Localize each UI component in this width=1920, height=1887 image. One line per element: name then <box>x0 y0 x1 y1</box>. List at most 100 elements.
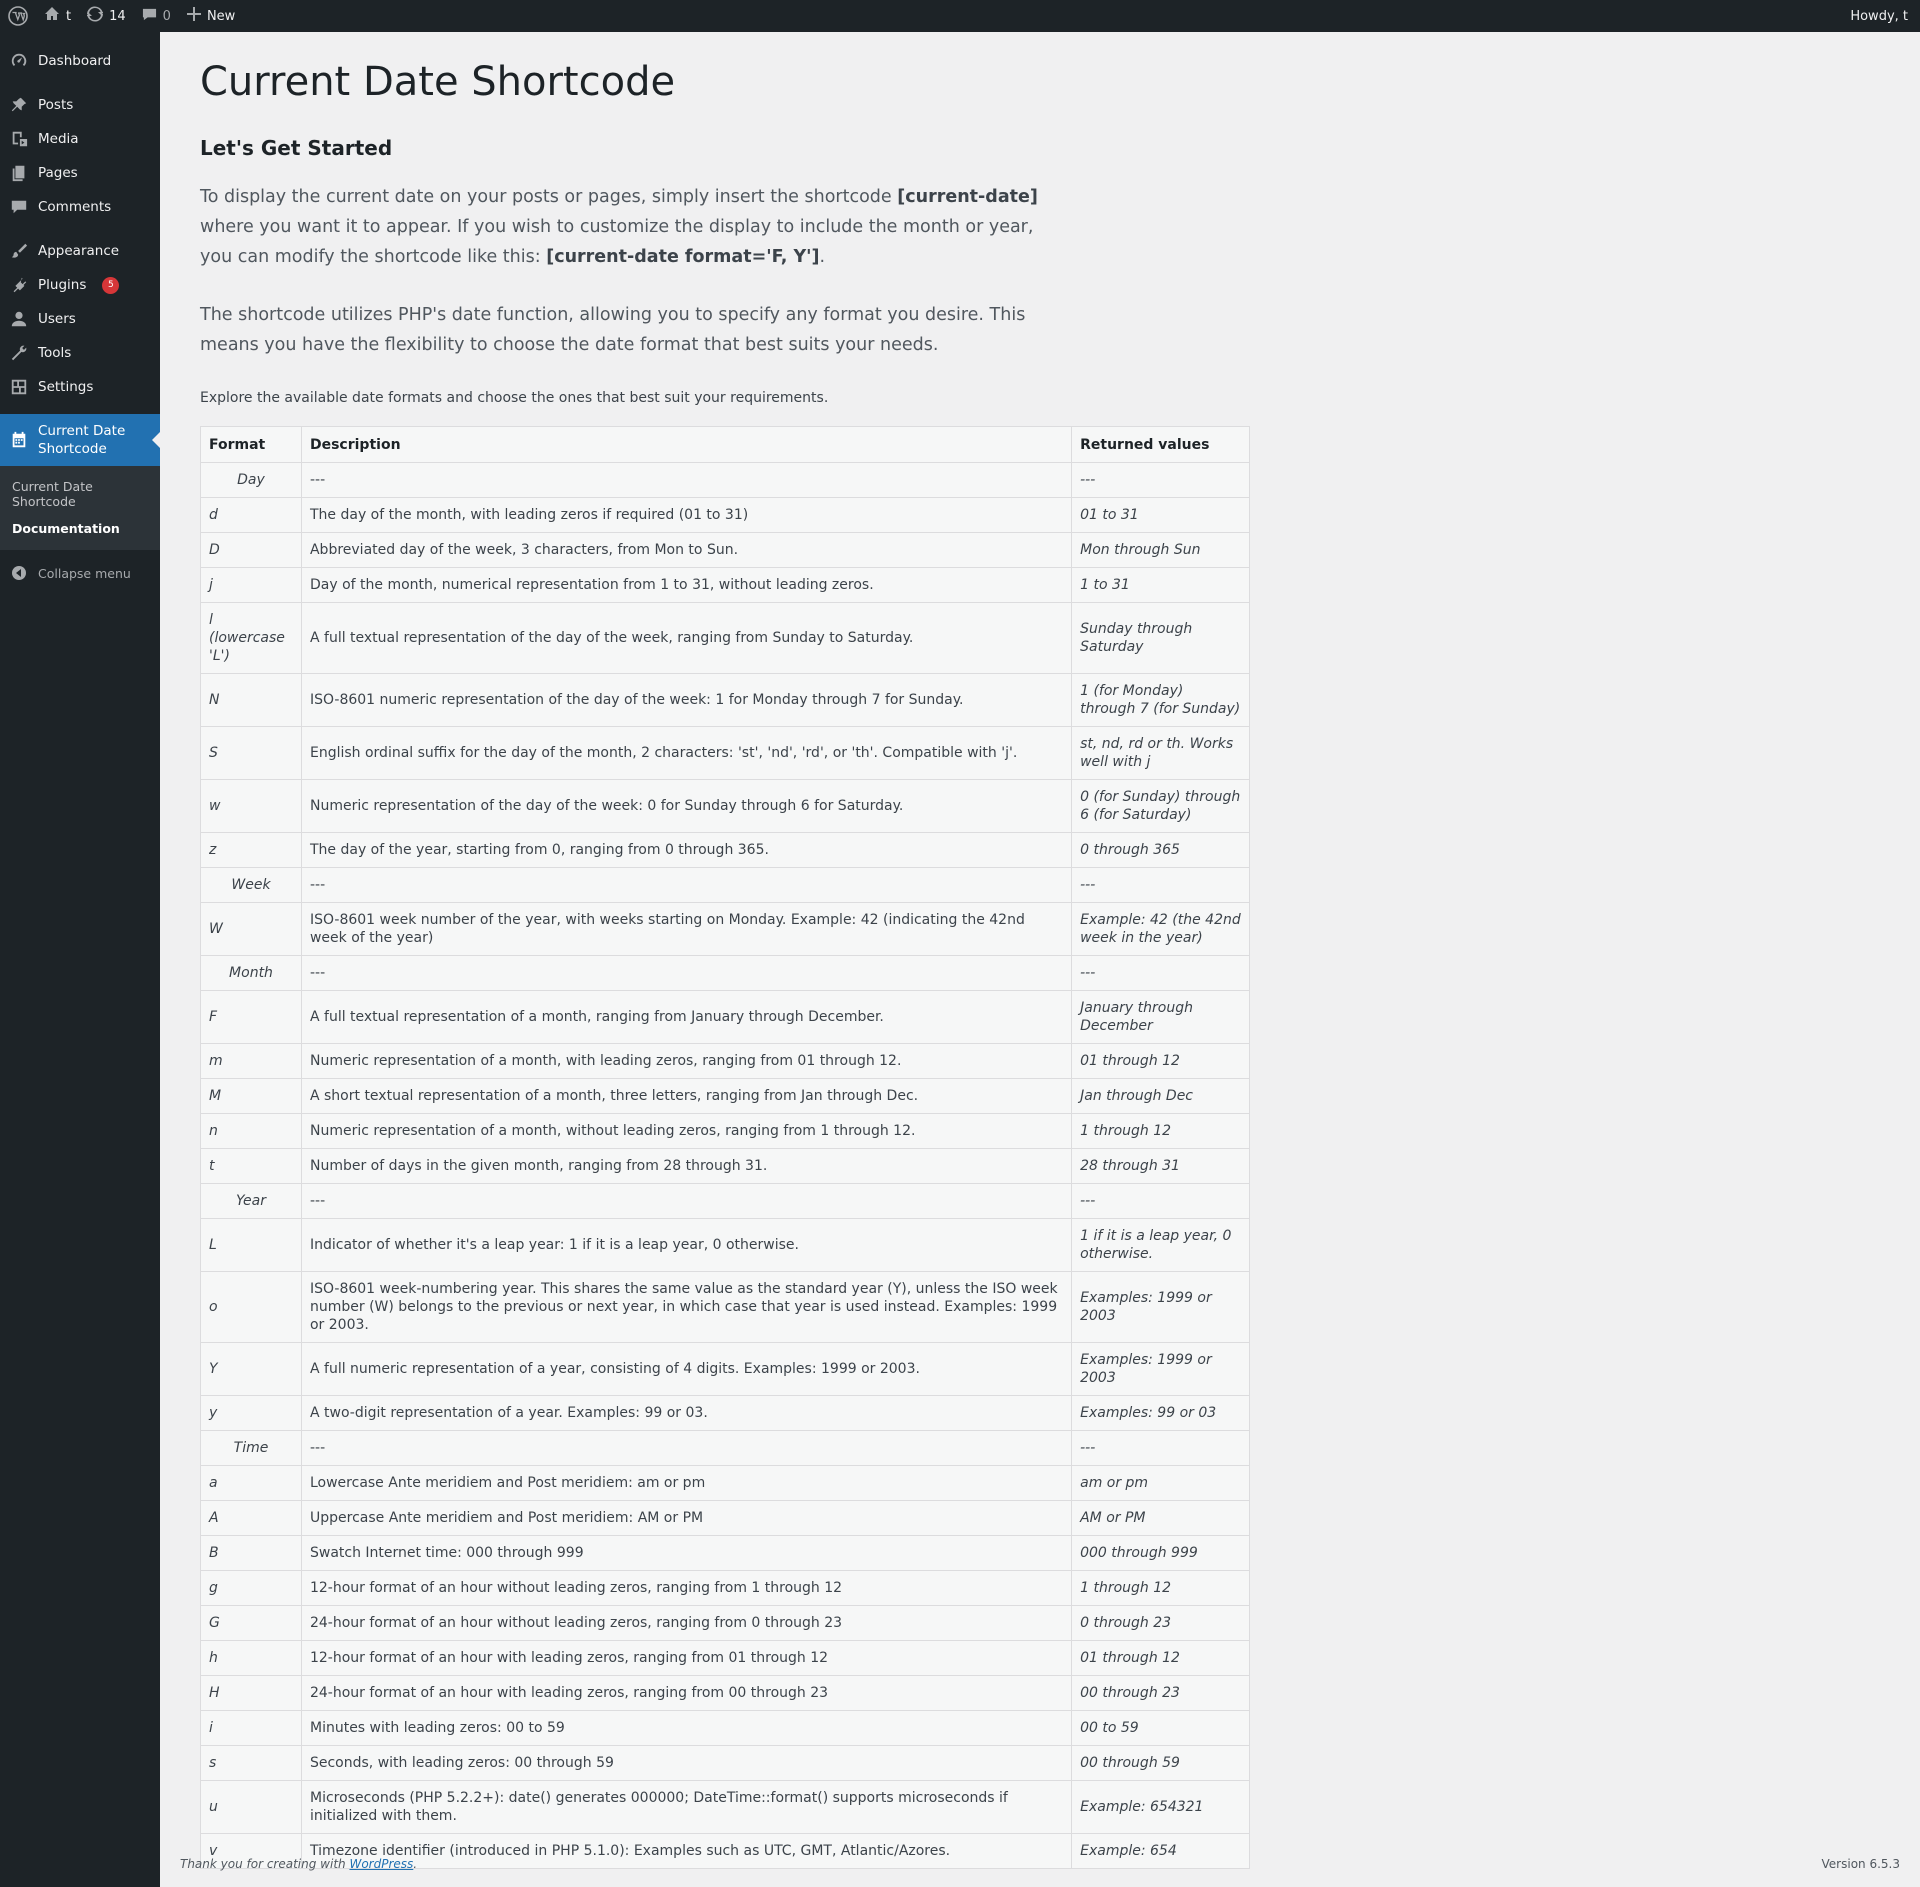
menu-current-date-shortcode[interactable]: Current Date Shortcode <box>0 414 160 466</box>
menu-label: Settings <box>38 379 94 395</box>
main-content: Current Date Shortcode Let's Get Started… <box>200 32 1880 1869</box>
thanks-period: . <box>413 1857 418 1871</box>
cell-returned-value: Jan through Dec <box>1071 1078 1250 1114</box>
cell-returned-value: 01 to 31 <box>1071 497 1250 533</box>
cell-description: --- <box>300 1430 1073 1466</box>
menu-appearance[interactable]: Appearance <box>0 234 160 268</box>
cell-description: A full textual representation of the day… <box>300 602 1073 674</box>
cell-format: l (lowercase 'L') <box>200 602 302 674</box>
table-row: n Numeric representation of a month, with… <box>200 1113 1250 1149</box>
wordpress-link[interactable]: WordPress <box>349 1857 413 1871</box>
cell-description: The day of the month, with leading zeros… <box>300 497 1073 533</box>
menu-label: Media <box>38 131 79 147</box>
cell-format: F <box>200 990 302 1044</box>
cell-description: 24-hour format of an hour with leading z… <box>300 1675 1073 1711</box>
comments-count: 0 <box>162 8 171 24</box>
cell-format: L <box>200 1218 302 1272</box>
cell-description: Number of days in the given month, rangi… <box>300 1148 1073 1184</box>
cell-format: Month <box>200 955 302 991</box>
cell-description: --- <box>300 955 1073 991</box>
cell-format: t <box>200 1148 302 1184</box>
users-icon <box>10 310 28 328</box>
my-account-link[interactable]: Howdy, t <box>1842 0 1920 32</box>
header-format: Format <box>200 426 302 463</box>
menu-settings[interactable]: Settings <box>0 370 160 404</box>
version-text: Version 6.5.3 <box>1821 1857 1900 1871</box>
cell-description: A two-digit representation of a year. Ex… <box>300 1395 1073 1431</box>
cell-returned-value: 1 if it is a leap year, 0 otherwise. <box>1071 1218 1250 1272</box>
cell-returned-value: --- <box>1071 1183 1250 1219</box>
cell-format: B <box>200 1535 302 1571</box>
submenu: Current Date Shortcode Documentation <box>0 466 160 550</box>
cell-description: Seconds, with leading zeros: 00 through … <box>300 1745 1073 1781</box>
menu-label: Dashboard <box>38 53 112 69</box>
section-heading: Let's Get Started <box>200 136 393 160</box>
wordpress-logo-icon[interactable] <box>0 0 36 32</box>
table-row: B Swatch Internet time: 000 through 999 00… <box>200 1535 1250 1571</box>
site-name: t <box>66 8 72 24</box>
cell-returned-value: 01 through 12 <box>1071 1640 1250 1676</box>
cell-format: g <box>200 1570 302 1606</box>
cell-returned-value: AM or PM <box>1071 1500 1250 1536</box>
shortcode-example: [current-date] <box>897 187 1038 207</box>
cell-returned-value: --- <box>1071 867 1250 903</box>
table-row: u Microseconds (PHP 5.2.2+): date() gener… <box>200 1780 1250 1834</box>
plugins-update-badge: 5 <box>102 276 120 294</box>
table-row: s Seconds, with leading zeros: 00 through… <box>200 1745 1250 1781</box>
menu-users[interactable]: Users <box>0 302 160 336</box>
wrench-icon <box>10 344 28 362</box>
menu-tools[interactable]: Tools <box>0 336 160 370</box>
pin-icon <box>10 96 28 114</box>
menu-plugins[interactable]: Plugins 5 <box>0 268 160 302</box>
cell-description: A full textual representation of a month… <box>300 990 1073 1044</box>
brush-icon <box>10 242 28 260</box>
comment-icon <box>10 198 28 216</box>
new-content-link[interactable]: New <box>179 0 243 32</box>
cell-returned-value: Example: 654321 <box>1071 1780 1250 1834</box>
cell-returned-value: am or pm <box>1071 1465 1250 1501</box>
cell-format: w <box>200 779 302 833</box>
comments-link[interactable]: 0 <box>134 0 179 32</box>
cell-format: d <box>200 497 302 533</box>
table-group-row: Week --- --- <box>200 867 1250 903</box>
cell-description: 24-hour format of an hour without leadin… <box>300 1605 1073 1641</box>
menu-label: Users <box>38 311 76 327</box>
submenu-item-current-date-shortcode[interactable]: Current Date Shortcode <box>0 473 160 515</box>
cell-description: 12-hour format of an hour without leadin… <box>300 1570 1073 1606</box>
menu-dashboard[interactable]: Dashboard <box>0 44 160 78</box>
menu-media[interactable]: Media <box>0 122 160 156</box>
cell-description: Numeric representation of a month, with … <box>300 1043 1073 1079</box>
table-row: l (lowercase 'L') A full textual represen… <box>200 602 1250 674</box>
site-name-link[interactable]: t <box>36 0 79 32</box>
collapse-menu-button[interactable]: Collapse menu <box>0 556 160 590</box>
footer-thanks: Thank you for creating with WordPress. <box>180 1857 417 1871</box>
page-title: Current Date Shortcode <box>200 59 676 105</box>
table-row: MA short textual representation of a mon… <box>200 1078 1250 1114</box>
new-label: New <box>206 8 236 24</box>
cell-description: ISO-8601 week-numbering year. This share… <box>300 1271 1073 1343</box>
cell-returned-value: 00 to 59 <box>1071 1710 1250 1746</box>
collapse-arrow-icon <box>10 564 28 582</box>
table-row: FA full textual representation of a mont… <box>200 990 1250 1044</box>
submenu-item-documentation[interactable]: Documentation <box>0 515 160 542</box>
cell-returned-value: 000 through 999 <box>1071 1535 1250 1571</box>
menu-pages[interactable]: Pages <box>0 156 160 190</box>
table-row: YA full numeric representation of a year… <box>200 1342 1250 1396</box>
cell-description: 12-hour format of an hour with leading z… <box>300 1640 1073 1676</box>
menu-posts[interactable]: Posts <box>0 88 160 122</box>
cell-returned-value: Examples: 1999 or 2003 <box>1071 1342 1250 1396</box>
cell-description: A full numeric representation of a year,… <box>300 1342 1073 1396</box>
table-row: z The day of the year, starting from 0, r… <box>200 832 1250 868</box>
cell-returned-value: Examples: 1999 or 2003 <box>1071 1271 1250 1343</box>
media-icon <box>10 130 28 148</box>
cell-description: Uppercase Ante meridiem and Post meridie… <box>300 1500 1073 1536</box>
pages-icon <box>10 164 28 182</box>
plus-icon <box>186 7 201 25</box>
cell-description: Abbreviated day of the week, 3 character… <box>300 532 1073 568</box>
cell-format: W <box>200 902 302 956</box>
menu-label: Tools <box>38 345 72 361</box>
cell-description: Numeric representation of a month, witho… <box>300 1113 1073 1149</box>
cell-returned-value: Sunday through Saturday <box>1071 602 1250 674</box>
menu-comments[interactable]: Comments <box>0 190 160 224</box>
updates-link[interactable]: 14 <box>79 0 134 32</box>
